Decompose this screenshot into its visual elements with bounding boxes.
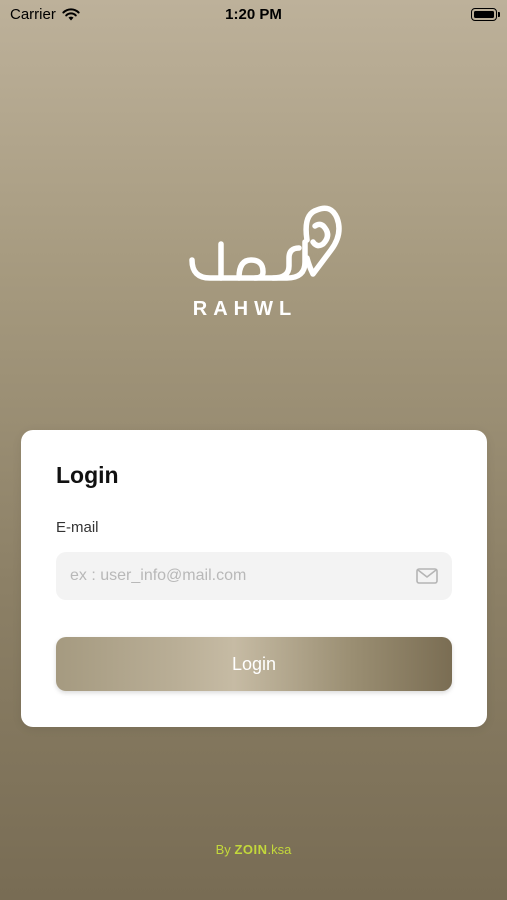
login-button[interactable]: Login [56,637,452,691]
login-title: Login [56,462,119,488]
status-left: Carrier [10,6,80,23]
email-label: E-mail [56,519,99,536]
footer-by: By [215,842,231,857]
footer-suffix: .ksa [267,842,292,857]
footer-brand: ZOIN [234,842,268,857]
wifi-icon [62,7,80,20]
rahwl-logo-graphic [189,205,342,281]
app-logo: RAHWL [185,200,345,320]
login-card: Login E-mail Login [21,430,487,727]
email-input[interactable] [70,567,416,585]
logo-wordmark: RAHWL [192,298,298,320]
email-field-wrapper[interactable] [56,552,452,600]
status-bar: Carrier 1:20 PM [0,0,507,28]
footer-credit: By ZOIN.ksa [0,842,507,857]
battery-icon [471,7,500,21]
mail-icon [416,568,438,584]
carrier-label: Carrier [10,5,56,23]
